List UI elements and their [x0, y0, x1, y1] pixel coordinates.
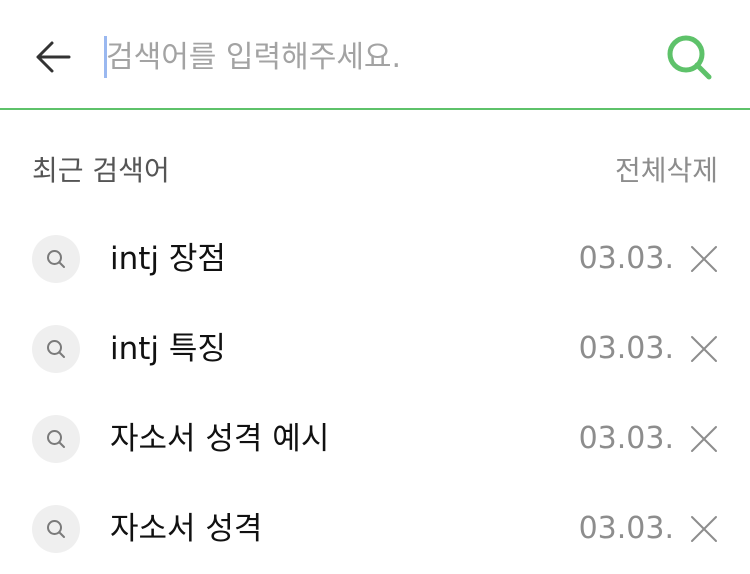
search-input[interactable] — [106, 30, 636, 84]
search-icon — [32, 505, 80, 553]
delete-button[interactable] — [686, 421, 722, 457]
recent-searches-title: 최근 검색어 — [32, 154, 170, 187]
history-item[interactable]: 자소서 성격 03.03. — [0, 484, 750, 574]
history-date: 03.03. — [578, 331, 674, 366]
history-date: 03.03. — [578, 421, 674, 456]
arrow-left-icon — [36, 41, 71, 73]
history-term: intj 특징 — [110, 331, 226, 367]
search-bar — [0, 0, 750, 110]
history-term: 자소서 성격 — [110, 511, 263, 547]
history-item[interactable]: intj 특징 03.03. — [0, 304, 750, 394]
recent-searches-list: intj 장점 03.03. intj 특징 03.03. 자소서 성격 예시 … — [0, 214, 750, 574]
search-button[interactable] — [660, 28, 718, 86]
search-icon — [32, 325, 80, 373]
history-term: intj 장점 — [110, 241, 226, 277]
history-date: 03.03. — [578, 241, 674, 276]
clear-all-button[interactable]: 전체삭제 — [615, 148, 718, 194]
back-button[interactable] — [30, 34, 76, 80]
recent-searches-header: 최근 검색어 전체삭제 — [0, 148, 750, 194]
search-icon — [32, 235, 80, 283]
history-date: 03.03. — [578, 511, 674, 546]
close-icon — [691, 336, 717, 362]
history-item[interactable]: 자소서 성격 예시 03.03. — [0, 394, 750, 484]
search-icon — [667, 35, 712, 80]
history-item[interactable]: intj 장점 03.03. — [0, 214, 750, 304]
search-icon — [32, 415, 80, 463]
close-icon — [691, 246, 717, 272]
delete-button[interactable] — [686, 511, 722, 547]
history-term: 자소서 성격 예시 — [110, 421, 330, 457]
delete-button[interactable] — [686, 241, 722, 277]
close-icon — [691, 426, 717, 452]
close-icon — [691, 516, 717, 542]
delete-button[interactable] — [686, 331, 722, 367]
